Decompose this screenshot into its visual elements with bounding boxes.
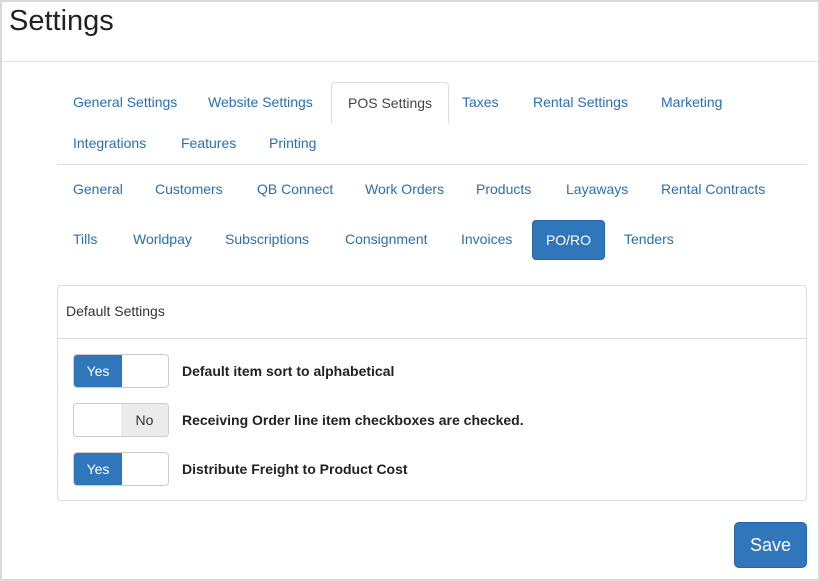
subtab-po-ro[interactable]: PO/RO: [532, 220, 605, 260]
subtab-rental-contracts[interactable]: Rental Contracts: [645, 169, 781, 209]
tab-general-settings[interactable]: General Settings: [57, 82, 193, 124]
tab-rental-settings[interactable]: Rental Settings: [517, 82, 644, 124]
default-settings-panel: Default Settings Yes Default item sort t…: [57, 285, 807, 501]
tab-features[interactable]: Features: [165, 123, 252, 165]
toggle-state-label: No: [121, 404, 168, 436]
subtab-worldpay[interactable]: Worldpay: [117, 219, 208, 259]
subtab-consignment[interactable]: Consignment: [329, 219, 444, 259]
subtab-subscriptions[interactable]: Subscriptions: [209, 219, 325, 259]
subtab-work-orders[interactable]: Work Orders: [349, 169, 460, 209]
subtab-invoices[interactable]: Invoices: [445, 219, 528, 259]
tab-pos-settings[interactable]: POS Settings: [331, 82, 450, 124]
subtab-tenders[interactable]: Tenders: [608, 219, 690, 259]
panel-title: Default Settings: [58, 286, 806, 339]
tab-website-settings[interactable]: Website Settings: [192, 82, 329, 124]
setting-label: Receiving Order line item checkboxes are…: [182, 412, 524, 428]
subtab-tills[interactable]: Tills: [57, 219, 113, 259]
toggle-state-label: Yes: [74, 453, 122, 485]
receiving-checkboxes-toggle[interactable]: No: [73, 403, 169, 437]
subtab-qb-connect[interactable]: QB Connect: [241, 169, 349, 209]
title-divider: [2, 61, 818, 62]
tab-integrations[interactable]: Integrations: [57, 123, 162, 165]
tab-printing[interactable]: Printing: [253, 123, 332, 165]
subtab-general[interactable]: General: [57, 169, 139, 209]
page-title: Settings: [9, 5, 114, 37]
subtab-customers[interactable]: Customers: [139, 169, 239, 209]
tab-taxes[interactable]: Taxes: [446, 82, 515, 124]
toggle-state-label: Yes: [74, 355, 122, 387]
distribute-freight-toggle[interactable]: Yes: [73, 452, 169, 486]
tab-marketing[interactable]: Marketing: [645, 82, 738, 124]
subtab-layaways[interactable]: Layaways: [550, 169, 644, 209]
subtab-products[interactable]: Products: [460, 169, 547, 209]
save-button[interactable]: Save: [734, 522, 807, 568]
setting-label: Distribute Freight to Product Cost: [182, 461, 408, 477]
setting-label: Default item sort to alphabetical: [182, 363, 395, 379]
settings-tabs: General Settings Website Settings POS Se…: [57, 82, 807, 165]
sort-alphabetical-toggle[interactable]: Yes: [73, 354, 169, 388]
